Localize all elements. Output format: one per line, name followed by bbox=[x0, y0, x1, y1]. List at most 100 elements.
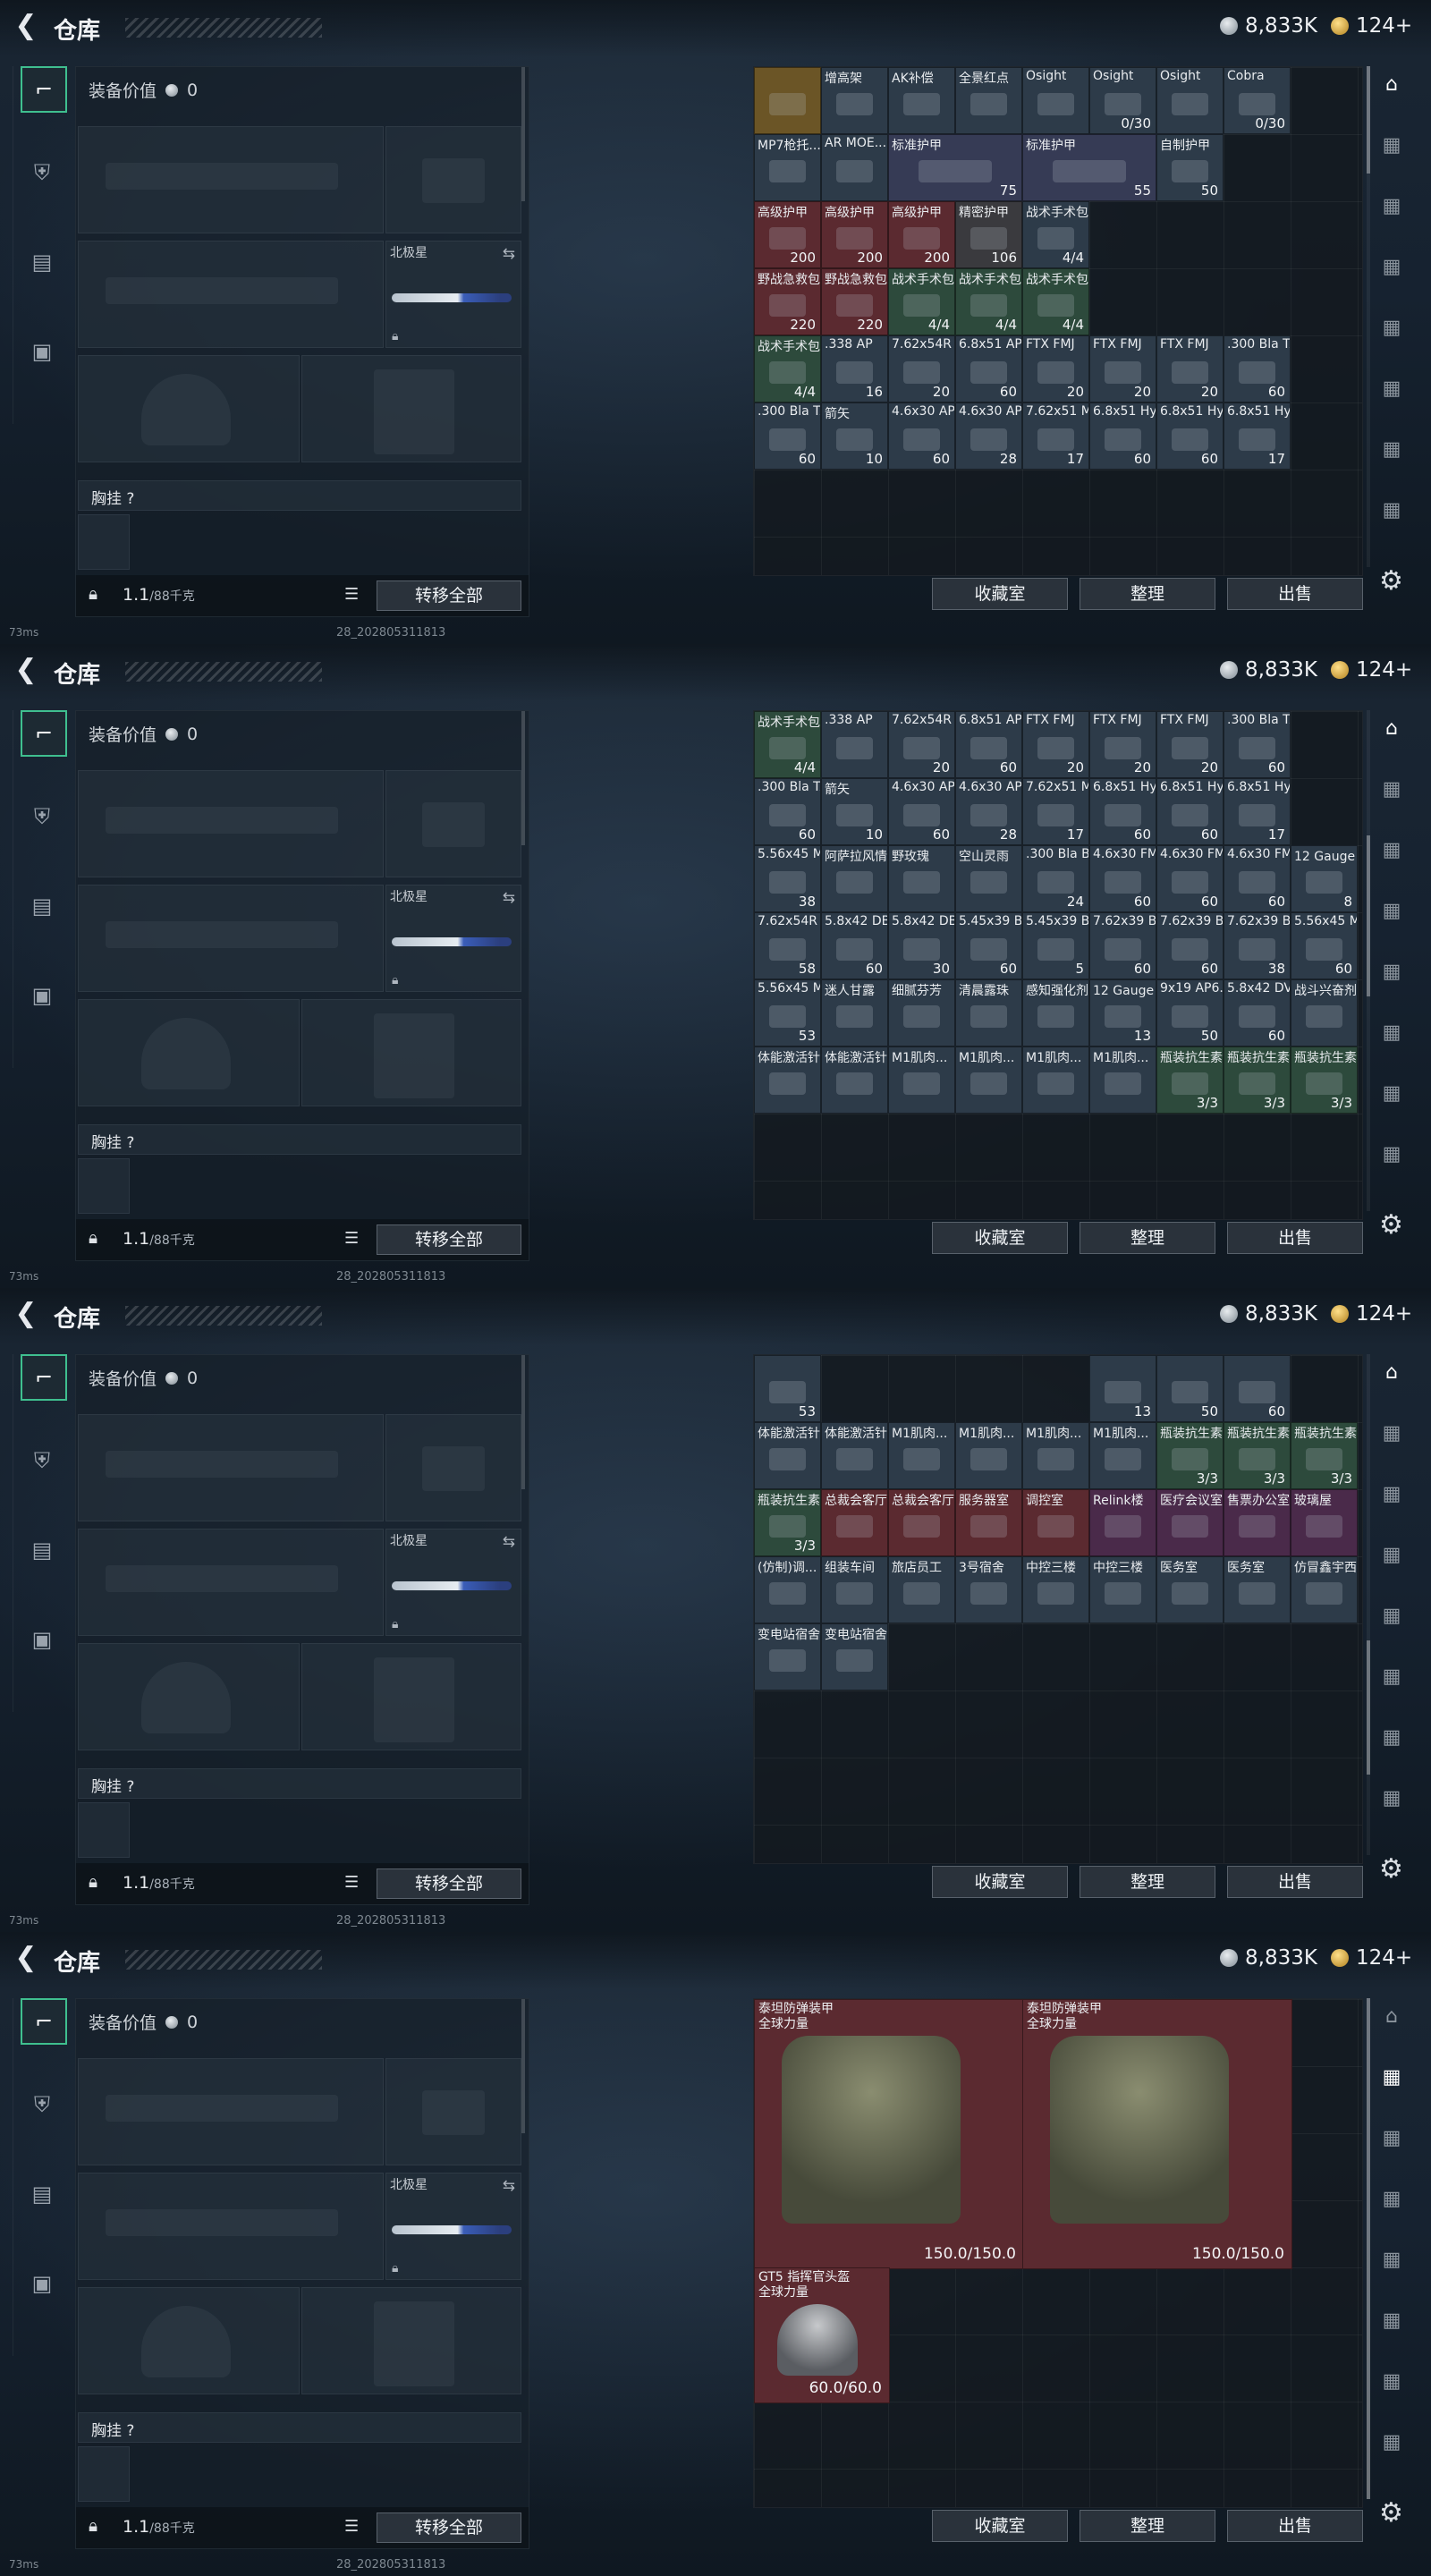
primary-weapon-slot-2[interactable] bbox=[78, 241, 384, 348]
transfer-all-button[interactable]: 转移全部 bbox=[377, 580, 521, 611]
stash-item[interactable]: 瓶装抗生素 3/3 bbox=[1156, 1422, 1224, 1489]
stash-page-icon[interactable]: ▦ bbox=[1374, 431, 1410, 467]
stash-item[interactable]: Osight bbox=[1156, 67, 1224, 134]
stash-item[interactable]: FTX FMJ 20 bbox=[1022, 335, 1089, 402]
stash-item[interactable]: 迷人甘露 bbox=[821, 979, 888, 1046]
stash-item[interactable]: 4.6x30 AP 28 bbox=[955, 778, 1022, 845]
stash-page-icon[interactable]: ▦ bbox=[1374, 1719, 1410, 1755]
stash-page-icon[interactable]: ▦ bbox=[1374, 1780, 1410, 1816]
equipment-scrollbar[interactable] bbox=[521, 67, 525, 201]
stash-item[interactable]: 医疗会议室 bbox=[1156, 1489, 1224, 1556]
helmet-slot[interactable] bbox=[78, 1643, 300, 1750]
gear-icon[interactable]: ⚙ bbox=[1379, 565, 1403, 597]
stash-home-icon[interactable]: ⌂ bbox=[1374, 1998, 1410, 2034]
stash-item[interactable]: 细腻芬芳 bbox=[888, 979, 955, 1046]
armor-tab-icon[interactable]: ⛨ bbox=[21, 151, 64, 194]
stash-item[interactable]: .300 Bla TAC-FX 60 bbox=[754, 778, 821, 845]
stash-item[interactable]: 瓶装抗生素 3/3 bbox=[1291, 1422, 1358, 1489]
primary-weapon-slot[interactable] bbox=[78, 770, 384, 877]
weapon-tab-icon[interactable]: ⌐ bbox=[21, 66, 67, 113]
gold-currency[interactable]: 124+ bbox=[1331, 1946, 1412, 1970]
melee-slot[interactable]: 北极星 ⇆ 🔒︎ bbox=[385, 2173, 521, 2280]
stash-item[interactable]: 感知强化剂 bbox=[1022, 979, 1089, 1046]
transfer-all-button[interactable]: 转移全部 bbox=[377, 1224, 521, 1255]
primary-weapon-slot-2[interactable] bbox=[78, 2173, 384, 2280]
list-icon[interactable]: ☰ bbox=[344, 1873, 359, 1892]
sort-button[interactable]: 整理 bbox=[1080, 578, 1215, 610]
gold-currency[interactable]: 124+ bbox=[1331, 1302, 1412, 1326]
stash-item[interactable]: 4.6x30 FMJ 60 bbox=[1156, 845, 1224, 912]
case-tab-icon[interactable]: ▣ bbox=[21, 330, 64, 373]
stash-item[interactable]: .338 AP bbox=[821, 711, 888, 778]
stash-item[interactable]: .300 Bla TAC-FX 60 bbox=[754, 402, 821, 470]
stash-item[interactable]: M1肌肉... bbox=[1022, 1046, 1089, 1114]
stash-item[interactable]: 医务室 bbox=[1224, 1556, 1291, 1623]
helmet-slot[interactable] bbox=[78, 2287, 300, 2394]
stash-item[interactable]: FTX FMJ 20 bbox=[1022, 711, 1089, 778]
collection-button[interactable]: 收藏室 bbox=[932, 1222, 1068, 1254]
stash-item[interactable]: 5.45x39 BT 60 bbox=[955, 912, 1022, 979]
equipment-scrollbar[interactable] bbox=[521, 711, 525, 845]
rig-pocket-slot[interactable] bbox=[78, 1158, 130, 1214]
case-tab-icon[interactable]: ▣ bbox=[21, 974, 64, 1017]
stash-item[interactable]: 战斗兴奋剂 bbox=[1291, 979, 1358, 1046]
stash-item[interactable]: 5.45x39 BT 5 bbox=[1022, 912, 1089, 979]
stash-item[interactable]: 医务室 bbox=[1156, 1556, 1224, 1623]
stash-item[interactable]: 5.56x45 M855A1 53 bbox=[754, 979, 821, 1046]
stash-item[interactable]: 战术手术包 4/4 bbox=[754, 711, 821, 778]
stash-item[interactable]: 高级护甲 200 bbox=[754, 201, 821, 268]
rig-pocket-slot[interactable] bbox=[78, 1802, 130, 1858]
list-icon[interactable]: ☰ bbox=[344, 2517, 359, 2536]
stash-page-icon[interactable]: ▦ bbox=[1374, 370, 1410, 406]
weapon-tab-icon[interactable]: ⌐ bbox=[21, 1998, 67, 2045]
stash-item[interactable]: 总裁会客厅 bbox=[888, 1489, 955, 1556]
stash-item[interactable]: 7.62x39 BP 60 bbox=[1089, 912, 1156, 979]
melee-slot[interactable]: 北极星 ⇆ 🔒︎ bbox=[385, 241, 521, 348]
stash-page-icon[interactable]: ▦ bbox=[1374, 1537, 1410, 1572]
backpack-tab-icon[interactable]: ▤ bbox=[21, 885, 64, 928]
gold-currency[interactable]: 124+ bbox=[1331, 14, 1412, 38]
body-armor-slot[interactable] bbox=[301, 1643, 521, 1750]
stash-item[interactable]: 4.6x30 FMJ 60 bbox=[1089, 845, 1156, 912]
stash-item[interactable]: 4.6x30 FMJ 60 bbox=[1224, 845, 1291, 912]
stash-item[interactable]: 调控室 bbox=[1022, 1489, 1089, 1556]
stash-item[interactable]: 野战急救包 220 bbox=[821, 268, 888, 335]
body-armor-slot[interactable] bbox=[301, 999, 521, 1106]
stash-item[interactable]: 53 bbox=[754, 1355, 821, 1422]
stash-page-icon[interactable]: ▦ bbox=[1374, 188, 1410, 224]
stash-page-icon[interactable]: ▦ bbox=[1374, 1658, 1410, 1694]
stash-item[interactable]: Osight 0/30 bbox=[1089, 67, 1156, 134]
stash-item[interactable]: M1肌肉... bbox=[955, 1046, 1022, 1114]
stash-item[interactable]: 总裁会客厅 bbox=[821, 1489, 888, 1556]
stash-page-icon[interactable]: ▦ bbox=[1374, 2241, 1410, 2277]
stash-item[interactable]: 战术手术包 4/4 bbox=[754, 335, 821, 402]
armor-item[interactable]: 泰坦防弹装甲 全球力量 150.0/150.0 bbox=[1022, 1999, 1292, 2269]
stash-page-icon[interactable]: ▦ bbox=[1374, 1136, 1410, 1172]
stash-item[interactable]: 精密护甲 106 bbox=[955, 201, 1022, 268]
equipment-scrollbar[interactable] bbox=[521, 1355, 525, 1489]
weapon-tab-icon[interactable]: ⌐ bbox=[21, 710, 67, 757]
stash-item[interactable]: AR MOE... bbox=[821, 134, 888, 201]
stash-item[interactable]: 12 Gauge 龙息弹 8 bbox=[1291, 845, 1358, 912]
stash-page-icon[interactable]: ▦ bbox=[1374, 2181, 1410, 2216]
primary-weapon-slot[interactable] bbox=[78, 126, 384, 233]
stash-item[interactable]: 6.8x51 AP 60 bbox=[955, 711, 1022, 778]
stash-item[interactable]: 7.62x54R SNB 20 bbox=[888, 335, 955, 402]
stash-item[interactable]: 瓶装抗生素 3/3 bbox=[754, 1489, 821, 1556]
stash-page-icon[interactable]: ▦ bbox=[1374, 893, 1410, 928]
stash-page-icon[interactable]: ▦ bbox=[1374, 2302, 1410, 2338]
stash-home-icon[interactable]: ⌂ bbox=[1374, 1354, 1410, 1390]
armor-tab-icon[interactable]: ⛨ bbox=[21, 2083, 64, 2126]
stash-item[interactable]: 战术手术包 4/4 bbox=[1022, 268, 1089, 335]
primary-weapon-slot-2[interactable] bbox=[78, 1529, 384, 1636]
stash-item[interactable]: M1肌肉... bbox=[1089, 1046, 1156, 1114]
back-arrow-icon[interactable]: ❮ bbox=[13, 1301, 39, 1327]
melee-slot[interactable]: 北极星 ⇆ 🔒︎ bbox=[385, 885, 521, 992]
sell-button[interactable]: 出售 bbox=[1227, 1866, 1363, 1898]
stash-item[interactable]: 高级护甲 200 bbox=[888, 201, 955, 268]
collection-button[interactable]: 收藏室 bbox=[932, 578, 1068, 610]
stash-item[interactable]: 5.56x45 M855A1 60 bbox=[1291, 912, 1358, 979]
gear-icon[interactable]: ⚙ bbox=[1379, 1209, 1403, 1241]
case-tab-icon[interactable]: ▣ bbox=[21, 2262, 64, 2305]
stash-item[interactable]: M1肌肉... bbox=[888, 1422, 955, 1489]
